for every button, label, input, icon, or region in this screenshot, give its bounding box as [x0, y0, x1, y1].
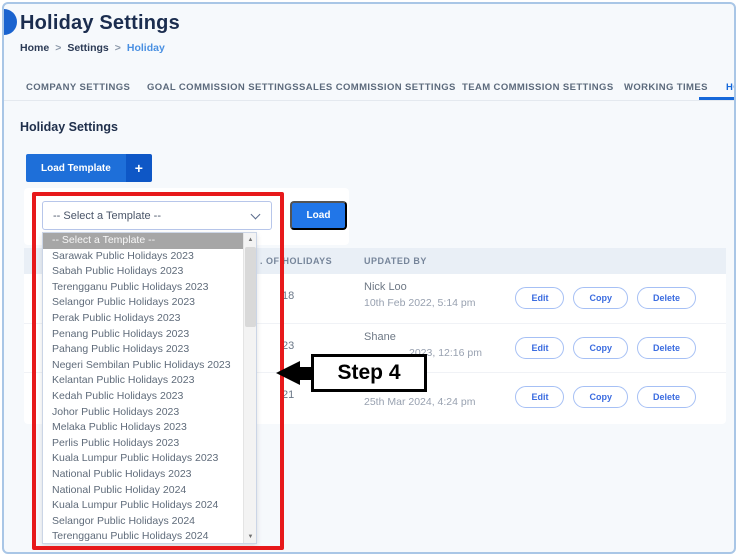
scroll-down-icon[interactable]: ▼ [244, 530, 257, 543]
tab-goal-commission-settings[interactable]: GOAL COMMISSION SETTINGS [147, 82, 299, 93]
tab-company-settings[interactable]: COMPANY SETTINGS [26, 82, 130, 93]
scroll-up-icon[interactable]: ▲ [244, 233, 257, 246]
tab-holiday-settings[interactable]: HO [726, 82, 736, 93]
template-select[interactable]: -- Select a Template -- [42, 201, 272, 230]
dropdown-item[interactable]: Perlis Public Holidays 2023 [43, 436, 243, 452]
dropdown-item[interactable]: Selangor Public Holidays 2023 [43, 295, 243, 311]
dropdown-item[interactable]: Sabah Public Holidays 2023 [43, 264, 243, 280]
load-template-button[interactable]: Load Template + [26, 154, 152, 182]
dropdown-item[interactable]: Negeri Sembilan Public Holidays 2023 [43, 358, 243, 374]
row-actions: Edit Copy Delete [515, 386, 696, 408]
delete-button[interactable]: Delete [637, 337, 696, 359]
edit-button[interactable]: Edit [515, 337, 564, 359]
num-holidays-cell: 23 [282, 340, 294, 352]
dropdown-item[interactable]: Kuala Lumpur Public Holidays 2023 [43, 451, 243, 467]
breadcrumb-holiday[interactable]: Holiday [127, 42, 165, 54]
section-heading: Holiday Settings [20, 120, 118, 134]
dropdown-item[interactable]: Terengganu Public Holidays 2023 [43, 280, 243, 296]
dropdown-item[interactable]: Kedah Public Holidays 2023 [43, 389, 243, 405]
dropdown-item[interactable]: Perak Public Holidays 2023 [43, 311, 243, 327]
dropdown-scrollbar[interactable]: ▲ ▼ [243, 233, 256, 543]
dropdown-item[interactable]: Johor Public Holidays 2023 [43, 405, 243, 421]
scrollbar-thumb[interactable] [245, 247, 256, 327]
page-title: Holiday Settings [20, 12, 180, 35]
breadcrumb-home[interactable]: Home [20, 42, 49, 54]
breadcrumb-separator: > [55, 42, 61, 54]
updated-by-name: Nick Loo [364, 281, 407, 293]
template-select-value: -- Select a Template -- [53, 210, 161, 222]
chevron-down-icon [251, 210, 261, 220]
dropdown-items: -- Select a Template -- Sarawak Public H… [43, 233, 243, 543]
delete-button[interactable]: Delete [637, 386, 696, 408]
dropdown-item[interactable]: National Public Holidays 2023 [43, 467, 243, 483]
template-dropdown-list: -- Select a Template -- Sarawak Public H… [42, 232, 257, 544]
copy-button[interactable]: Copy [573, 287, 628, 309]
dropdown-item[interactable]: Pahang Public Holidays 2023 [43, 342, 243, 358]
delete-button[interactable]: Delete [637, 287, 696, 309]
updated-by-name: Shane [364, 331, 396, 343]
step-label: Step 4 [311, 354, 427, 392]
dropdown-item[interactable]: Melaka Public Holidays 2023 [43, 420, 243, 436]
column-header-no-of-holidays: . OF HOLIDAYS [260, 256, 332, 266]
updated-by-date: 10th Feb 2022, 5:14 pm [364, 297, 476, 309]
active-tab-underline [699, 97, 734, 100]
num-holidays-cell: 18 [282, 290, 294, 302]
column-header-updated-by: UPDATED BY [364, 256, 427, 266]
copy-button[interactable]: Copy [573, 386, 628, 408]
dropdown-item[interactable]: Selangor Public Holidays 2024 [43, 514, 243, 530]
corner-bookmark-icon [4, 9, 17, 35]
dropdown-item[interactable]: Kuala Lumpur Public Holidays 2024 [43, 498, 243, 514]
load-template-label: Load Template [26, 154, 126, 182]
tab-team-commission-settings[interactable]: TEAM COMMISSION SETTINGS [462, 82, 614, 93]
dropdown-item[interactable]: -- Select a Template -- [43, 233, 243, 249]
edit-button[interactable]: Edit [515, 386, 564, 408]
updated-by-date: 25th Mar 2024, 4:24 pm [364, 396, 476, 408]
breadcrumb-separator: > [115, 42, 121, 54]
row-actions: Edit Copy Delete [515, 287, 696, 309]
load-button[interactable]: Load [290, 201, 347, 230]
dropdown-item[interactable]: Kelantan Public Holidays 2023 [43, 373, 243, 389]
num-holidays-cell: 21 [282, 389, 294, 401]
row-actions: Edit Copy Delete [515, 337, 696, 359]
copy-button[interactable]: Copy [573, 337, 628, 359]
dropdown-item[interactable]: National Public Holiday 2024 [43, 483, 243, 499]
tab-sales-commission-settings[interactable]: SALES COMMISSION SETTINGS [299, 82, 456, 93]
dropdown-item[interactable]: Terengganu Public Holidays 2024 [43, 529, 243, 543]
screenshot-root: Holiday Settings Home > Settings > Holid… [0, 0, 740, 558]
plus-icon[interactable]: + [126, 154, 152, 182]
tab-working-times[interactable]: WORKING TIMES [624, 82, 708, 93]
edit-button[interactable]: Edit [515, 287, 564, 309]
settings-tabs-bar: COMPANY SETTINGS GOAL COMMISSION SETTING… [4, 74, 734, 101]
holiday-settings-page: Holiday Settings Home > Settings > Holid… [2, 2, 736, 554]
dropdown-item[interactable]: Penang Public Holidays 2023 [43, 327, 243, 343]
dropdown-item[interactable]: Sarawak Public Holidays 2023 [43, 249, 243, 265]
breadcrumb: Home > Settings > Holiday [20, 42, 165, 54]
annotation-arrow-icon [276, 361, 300, 385]
breadcrumb-settings[interactable]: Settings [67, 42, 108, 54]
